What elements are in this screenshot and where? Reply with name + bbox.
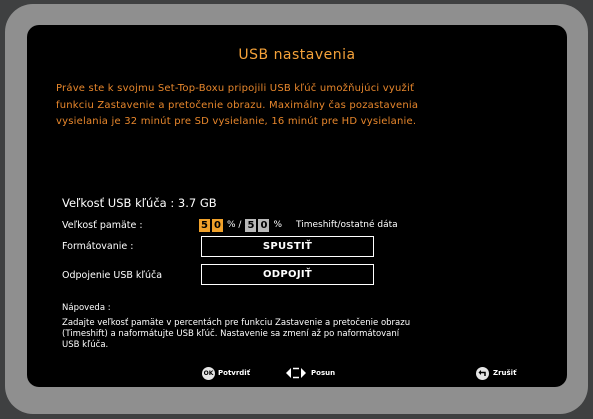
cancel-label: Zrušiť: [493, 369, 517, 377]
confirm-hint[interactable]: OK Potvrdiť: [202, 366, 250, 380]
format-label: Formátovanie :: [62, 241, 134, 252]
other-data-digit: 5: [245, 218, 257, 232]
back-icon: [476, 366, 489, 380]
usb-settings-dialog: USB nastavenia Práve ste k svojmu Set-To…: [27, 25, 567, 387]
disconnect-button[interactable]: ODPOJIŤ: [201, 264, 374, 285]
percent-separator: % /: [227, 220, 242, 230]
ok-icon: OK: [202, 366, 215, 380]
dialog-title: USB nastavenia: [238, 47, 356, 63]
usb-size-label: Veľkosť USB kľúča : 3.7 GB: [62, 196, 217, 210]
navigate-label: Posun: [311, 369, 336, 377]
cancel-hint[interactable]: Zrušiť: [476, 366, 516, 380]
memory-row: Veľkosť pamäte : 50 % / 50 % Timeshift/o…: [62, 217, 398, 233]
memory-label: Veľkosť pamäte :: [62, 219, 143, 231]
format-start-button[interactable]: SPUSTIŤ: [201, 236, 374, 257]
navigate-hint[interactable]: Posun: [285, 366, 335, 380]
other-data-digit: 0: [258, 218, 270, 232]
confirm-label: Potvrdiť: [218, 369, 251, 377]
help-text: Zadajte veľkosť pamäte v percentách pre …: [62, 318, 411, 350]
timeshift-percent-field[interactable]: 50: [199, 218, 223, 232]
memory-split-note: Timeshift/ostatné dáta: [296, 220, 398, 230]
help-title: Nápoveda :: [62, 303, 111, 313]
percent-sign: %: [273, 220, 283, 230]
left-right-arrows-icon: [286, 367, 306, 379]
intro-text: Práve ste k svojmu Set-Top-Boxu pripojil…: [56, 83, 419, 127]
timeshift-digit[interactable]: 0: [212, 218, 223, 232]
other-data-percent-field: 50: [245, 218, 270, 232]
timeshift-digit[interactable]: 5: [199, 218, 210, 232]
disconnect-label: Odpojenie USB kľúča: [62, 270, 163, 281]
